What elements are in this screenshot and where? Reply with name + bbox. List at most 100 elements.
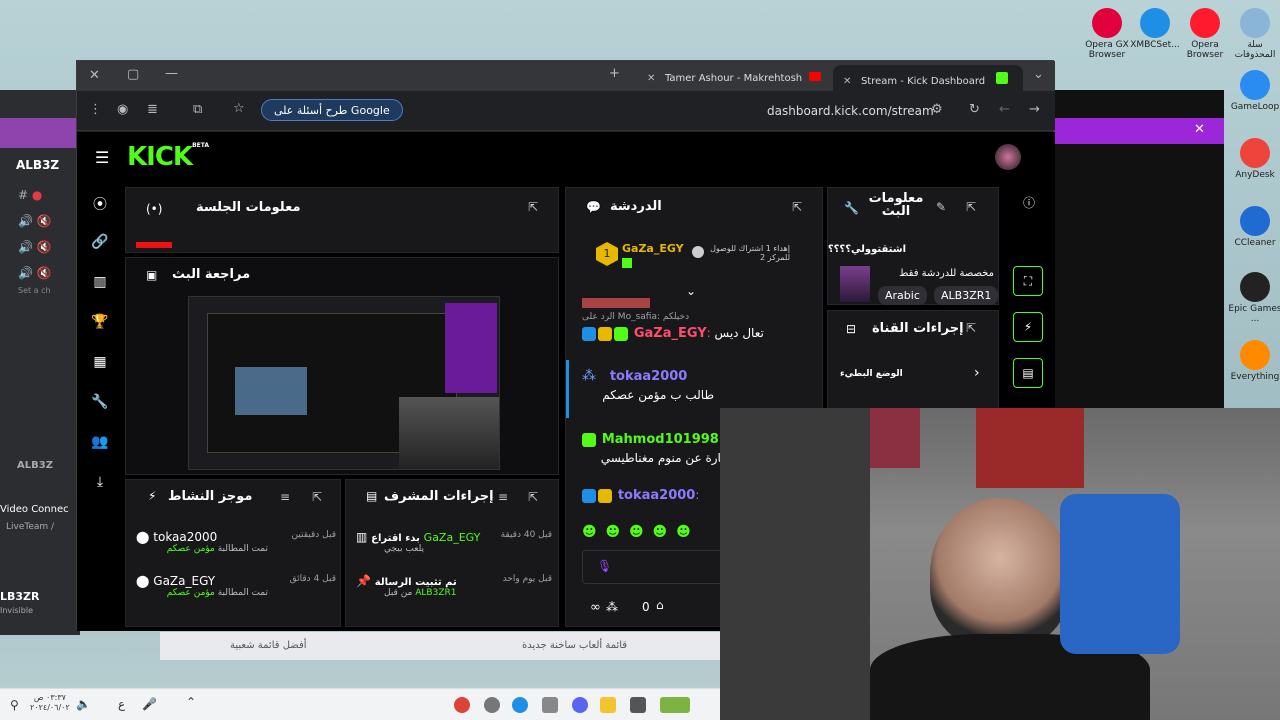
- popout-icon[interactable]: ⇱: [966, 321, 976, 335]
- close-tab-icon[interactable]: ✕: [647, 73, 655, 84]
- new-tab-icon[interactable]: +: [609, 66, 620, 81]
- desktop-icon[interactable]: CCleaner: [1228, 206, 1280, 248]
- chat-username[interactable]: tokaa2000: [618, 488, 696, 503]
- emote-icon[interactable]: ☻: [582, 524, 597, 540]
- chrome-icon[interactable]: [454, 697, 470, 713]
- discord-user-status: Invisible: [0, 606, 33, 615]
- filter-icon[interactable]: ≡: [498, 490, 508, 504]
- mod-badge-icon: [582, 488, 596, 503]
- trophy-icon[interactable]: 🏆: [91, 314, 109, 332]
- language-indicator[interactable]: ع: [118, 697, 125, 711]
- app-icon[interactable]: [660, 697, 690, 713]
- notes-button[interactable]: ▤: [1013, 358, 1043, 388]
- tab-kick-dashboard[interactable]: ✕ Stream - Kick Dashboard: [833, 65, 1023, 91]
- mod-action-head: بدء اقتراع: [371, 533, 420, 544]
- user-dots-icon: ⁂: [582, 368, 596, 384]
- folder-icon[interactable]: [600, 697, 616, 713]
- media-icon[interactable]: ≣: [147, 102, 158, 117]
- app-icon[interactable]: [630, 697, 646, 713]
- menu-dots-icon[interactable]: ⋮: [89, 102, 102, 117]
- clock[interactable]: ٠٣:٣٧ ص ٢٠٢٤/٠٦/٠٢: [30, 693, 70, 713]
- microphone-icon[interactable]: 🎙: [597, 559, 612, 573]
- volume-icon[interactable]: 🔈: [76, 697, 91, 711]
- chat-username[interactable]: GaZa_EGY: [634, 326, 707, 341]
- tab-music[interactable]: ✕ Tamer Ashour - Makrehtosh: [637, 65, 823, 91]
- desktop-icon[interactable]: XMBCSet...: [1128, 8, 1182, 50]
- desktop-icon[interactable]: Everything: [1228, 340, 1280, 382]
- tag-chip[interactable]: Arabic: [878, 286, 927, 305]
- tag-chip[interactable]: ALB3ZR1: [934, 286, 999, 305]
- microphone-icon[interactable]: 🎤: [142, 697, 157, 711]
- avatar[interactable]: [995, 144, 1021, 170]
- chevron-down-icon[interactable]: ⌄: [686, 284, 696, 298]
- discord-icon[interactable]: [572, 697, 588, 713]
- chart-icon[interactable]: ▥: [91, 274, 109, 292]
- address-bar[interactable]: dashboard.kick.com/stream: [767, 104, 934, 118]
- kick-logo[interactable]: KICKBETA: [127, 142, 209, 172]
- filter-icon[interactable]: ≡: [280, 490, 290, 504]
- tab-search-icon[interactable]: ⌄: [1033, 67, 1044, 82]
- stream-preview-video[interactable]: [188, 296, 500, 470]
- fullscreen-button[interactable]: ⛶: [1013, 266, 1043, 296]
- chevron-up-icon[interactable]: ⌃: [186, 695, 196, 709]
- chat-username[interactable]: tokaa2000: [610, 369, 688, 384]
- dark-cabinet: [720, 408, 870, 720]
- settings-icon[interactable]: [484, 697, 500, 713]
- popout-icon[interactable]: ⇱: [528, 200, 538, 214]
- google-lens-pill[interactable]: طرح أسئلة على Google: [261, 99, 403, 121]
- bottom-strip: أفضل قائمة شعبية قائمة ألعاب ساخنة جديدة: [160, 632, 720, 660]
- desktop-icon[interactable]: GameLoop: [1228, 70, 1280, 112]
- emote-icon[interactable]: ☻: [629, 524, 644, 540]
- emote-icon[interactable]: ☻: [606, 524, 621, 540]
- users-icon[interactable]: 👥: [91, 434, 109, 452]
- edge-icon[interactable]: [512, 697, 528, 713]
- desktop-icon[interactable]: Opera GX Browser: [1080, 8, 1134, 60]
- forward-icon[interactable]: →: [1029, 102, 1040, 117]
- bookmark-star-icon[interactable]: ☆: [233, 101, 245, 116]
- edit-pencil-icon[interactable]: ✎: [936, 200, 946, 214]
- site-settings-icon[interactable]: ⚙: [931, 102, 943, 117]
- discord-username: LB3ZR: [0, 590, 40, 603]
- popout-icon[interactable]: ⇱: [792, 200, 802, 214]
- hamburger-icon[interactable]: ☰: [95, 148, 109, 167]
- desktop-icon[interactable]: AnyDesk: [1228, 138, 1280, 180]
- close-icon[interactable]: ✕: [1194, 122, 1205, 137]
- nested-preview-frame: [235, 367, 307, 415]
- emote-icon[interactable]: ☻: [653, 524, 668, 540]
- desktop-icon-label: Epic Games ...: [1228, 304, 1280, 324]
- nested-webcam: [399, 397, 499, 469]
- maximize-icon[interactable]: ▢: [127, 67, 139, 82]
- popout-icon[interactable]: ⇱: [528, 490, 538, 504]
- close-window-icon[interactable]: ✕: [89, 68, 100, 83]
- desktop-icon[interactable]: Epic Games ...: [1228, 272, 1280, 324]
- store-icon[interactable]: ⌂: [656, 598, 664, 612]
- video-icon[interactable]: ▦: [91, 354, 109, 372]
- stream-preview-panel: ▣ مراجعة البث: [125, 257, 559, 475]
- popout-icon[interactable]: ⇱: [312, 490, 322, 504]
- profile-icon[interactable]: ◉: [117, 102, 128, 117]
- close-tab-icon[interactable]: ✕: [843, 76, 851, 87]
- emote-icon[interactable]: ☻: [676, 524, 691, 540]
- slow-mode-row[interactable]: الوضع البطيء ›: [828, 365, 1000, 389]
- reload-icon[interactable]: ↻: [969, 102, 980, 117]
- desktop-icon[interactable]: سلة المحذوفات: [1228, 8, 1280, 60]
- bolt-button[interactable]: ⚡: [1013, 312, 1043, 342]
- app-icon[interactable]: [542, 697, 558, 713]
- back-icon[interactable]: ←: [999, 102, 1010, 117]
- network-icon[interactable]: ⚲: [10, 698, 19, 712]
- category-thumbnail: [840, 266, 870, 302]
- extensions-icon[interactable]: ⧉: [193, 102, 202, 117]
- stream-icon[interactable]: ⦿: [91, 194, 109, 213]
- info-icon[interactable]: ⓘ: [1023, 194, 1035, 211]
- pinned-user[interactable]: GaZa_EGY: [622, 242, 684, 255]
- upload-icon[interactable]: ⤓: [91, 474, 109, 492]
- desktop-icon[interactable]: Opera Browser: [1178, 8, 1232, 60]
- new-games-link[interactable]: قائمة ألعاب ساخنة جديدة: [522, 640, 627, 651]
- wrench-icon[interactable]: 🔧: [91, 394, 109, 412]
- link-icon[interactable]: 🔗: [91, 234, 109, 252]
- chat-username[interactable]: Mahmod101998: [602, 432, 719, 447]
- popout-icon[interactable]: ⇱: [966, 200, 976, 214]
- discord-channel-list[interactable]: # ● 🔊 🔇 🔊 🔇 🔊 🔇 Set a ch: [18, 188, 78, 338]
- minimize-icon[interactable]: —: [165, 66, 178, 81]
- popular-list-link[interactable]: أفضل قائمة شعبية: [230, 640, 307, 651]
